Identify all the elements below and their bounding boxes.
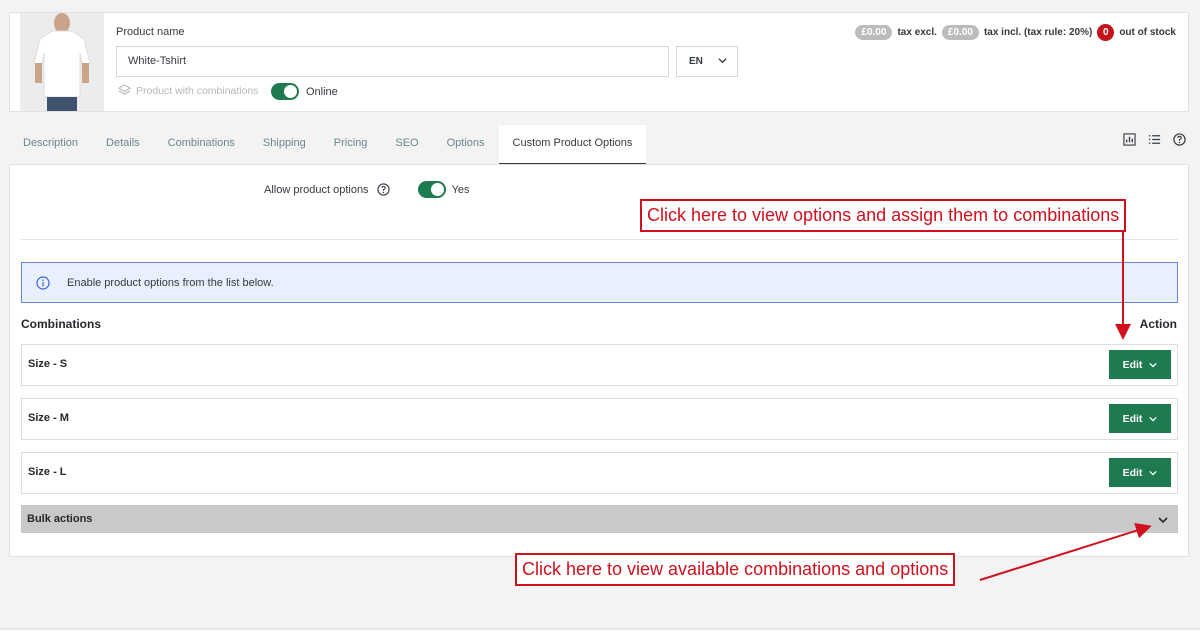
- divider: [0, 628, 1200, 629]
- language-select[interactable]: EN: [676, 46, 738, 77]
- product-with-combinations-flag: Product with combinations: [118, 84, 259, 97]
- list-icon[interactable]: [1148, 133, 1161, 146]
- stock-label: out of stock: [1119, 27, 1176, 38]
- chevron-down-icon: [1149, 362, 1158, 368]
- combination-name: Size - M: [28, 412, 69, 424]
- price-excl-badge: £0.00: [855, 25, 893, 40]
- edit-button-label: Edit: [1122, 412, 1143, 425]
- stock-badge: 0: [1097, 24, 1115, 41]
- product-thumbnail[interactable]: [20, 13, 104, 111]
- stats-icon[interactable]: [1123, 133, 1136, 146]
- price-summary: £0.00 tax excl. £0.00 tax incl. (tax rul…: [855, 24, 1176, 41]
- online-label: Online: [306, 85, 338, 98]
- chevron-down-icon: [1158, 517, 1168, 524]
- online-toggle[interactable]: [271, 83, 299, 100]
- chevron-down-icon: [1149, 416, 1158, 422]
- divider: [21, 239, 1178, 240]
- product-name-label: Product name: [116, 26, 185, 38]
- chevron-down-icon: [718, 58, 727, 64]
- combination-name: Size - L: [28, 466, 67, 478]
- layers-icon: [118, 84, 131, 95]
- info-icon: [36, 275, 50, 290]
- edit-button-label: Edit: [1122, 358, 1143, 371]
- edit-button-label: Edit: [1122, 466, 1143, 479]
- language-value: EN: [689, 56, 703, 67]
- edit-button[interactable]: Edit: [1109, 350, 1171, 379]
- allow-product-options-value: Yes: [451, 183, 470, 196]
- info-text: Enable product options from the list bel…: [67, 276, 274, 289]
- price-incl-label: tax incl. (tax rule: 20%): [983, 27, 1093, 38]
- combinations-flag-label: Product with combinations: [136, 84, 259, 97]
- combination-row: Size - L Edit: [21, 452, 1178, 494]
- action-heading: Action: [1139, 317, 1177, 331]
- bulk-actions-label: Bulk actions: [27, 513, 93, 525]
- product-name-input[interactable]: White-Tshirt: [116, 46, 669, 77]
- edit-button[interactable]: Edit: [1109, 404, 1171, 433]
- toolbar-icons: [1123, 133, 1186, 146]
- combinations-heading: Combinations: [21, 317, 101, 331]
- tab-combinations[interactable]: Combinations: [154, 125, 249, 165]
- tab-pricing[interactable]: Pricing: [320, 125, 382, 165]
- tab-seo[interactable]: SEO: [381, 125, 432, 165]
- help-icon[interactable]: [376, 183, 390, 196]
- product-header: Product name White-Tshirt EN Product wit…: [9, 12, 1189, 112]
- tab-custom-product-options[interactable]: Custom Product Options: [498, 125, 647, 165]
- tab-options[interactable]: Options: [433, 125, 499, 165]
- price-excl-label: tax excl.: [897, 27, 937, 38]
- online-status: Online: [271, 83, 338, 100]
- info-alert: Enable product options from the list bel…: [21, 262, 1178, 303]
- combination-row: Size - S Edit: [21, 344, 1178, 386]
- allow-product-options-toggle[interactable]: [417, 181, 446, 198]
- price-incl-badge: £0.00: [941, 25, 979, 40]
- edit-button[interactable]: Edit: [1109, 458, 1171, 487]
- combination-row: Size - M Edit: [21, 398, 1178, 440]
- help-icon[interactable]: [1173, 133, 1186, 146]
- tab-details[interactable]: Details: [92, 125, 154, 165]
- chevron-down-icon: [1149, 470, 1158, 476]
- annotation-callout-combinations: Click here to view available combination…: [515, 553, 956, 586]
- tab-description[interactable]: Description: [9, 125, 92, 165]
- allow-product-options-row: Allow product options Yes: [264, 181, 470, 198]
- tab-shipping[interactable]: Shipping: [249, 125, 320, 165]
- combination-name: Size - S: [28, 358, 68, 370]
- product-tabs: Description Details Combinations Shippin…: [9, 125, 647, 165]
- allow-product-options-label: Allow product options: [264, 183, 369, 196]
- annotation-callout-options: Click here to view options and assign th…: [640, 199, 1127, 232]
- bulk-actions-toggle[interactable]: Bulk actions: [21, 505, 1178, 533]
